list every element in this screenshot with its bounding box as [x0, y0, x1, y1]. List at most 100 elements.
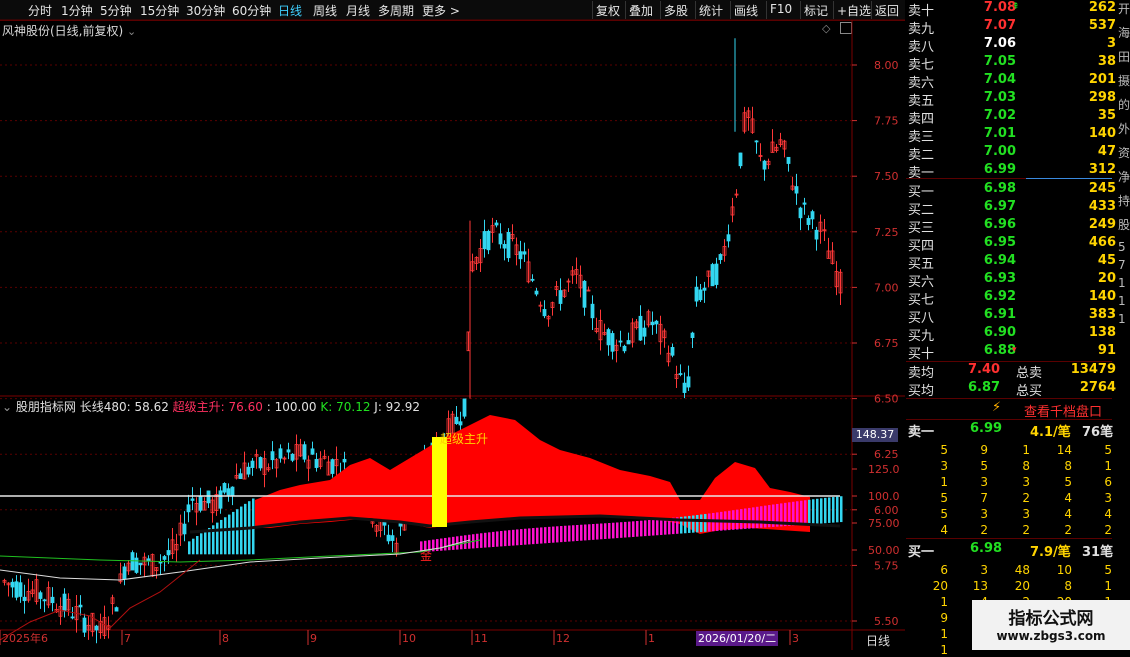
bid-row[interactable]: 买一 6.98 245	[906, 181, 1116, 200]
queue-header: 卖一 6.99 4.1/笔 76笔	[906, 421, 1116, 440]
bid-row[interactable]: 买八 6.91 383	[906, 307, 1116, 326]
bid-row[interactable]: 买三 6.96 249	[906, 217, 1116, 236]
order-count: 31笔	[1082, 545, 1114, 560]
indicator-bar	[560, 526, 563, 543]
indicator-bar	[448, 537, 451, 551]
queue-cell: 1	[1022, 443, 1030, 457]
candle-body	[650, 321, 655, 326]
bid-row[interactable]: 买十 6.88 91	[906, 343, 1116, 362]
queue-cell: 5	[1064, 475, 1072, 489]
queue-cell: 3	[980, 507, 988, 521]
candle-body	[186, 504, 191, 513]
candle-body	[70, 616, 75, 619]
candle-body	[222, 483, 227, 493]
queue-cell: 1	[940, 595, 948, 609]
indicator-bar	[748, 507, 751, 529]
indicator-bar	[808, 499, 811, 525]
x-tick-label: 9	[310, 632, 317, 645]
level-label: 买十	[908, 347, 935, 362]
x-tick-label: 10	[402, 632, 416, 645]
candle-body	[286, 449, 291, 453]
bid-row[interactable]: 买六 6.93 20	[906, 271, 1116, 290]
indicator-bar	[704, 513, 707, 532]
candle-body	[258, 457, 263, 469]
indicator-bar	[572, 525, 575, 542]
candle-body	[626, 340, 631, 345]
ask-row[interactable]: 卖二 7.00 47	[906, 144, 1116, 163]
indicator-bar	[580, 524, 583, 541]
indicator-bar	[608, 523, 611, 539]
level-price: 7.07	[983, 18, 1016, 33]
indicator-bar	[224, 517, 227, 555]
bid-row[interactable]: 买五 6.94 45	[906, 253, 1116, 272]
candle-body	[518, 251, 523, 260]
candle-body	[726, 234, 731, 242]
level-label: 卖十	[908, 4, 935, 19]
indicator-header: ⌄ 股朋指标网 长线480: 58.62 超级主升: 76.60 : 100.0…	[2, 398, 420, 415]
level-label: 买四	[908, 239, 935, 254]
indicator-bar	[204, 530, 207, 555]
queue-cell: 5	[940, 491, 948, 505]
indicator-bar	[200, 533, 203, 555]
ask-row[interactable]: 卖三 7.01 140	[906, 126, 1116, 145]
per-order: 4.1/笔	[1030, 425, 1071, 440]
candle-body	[506, 231, 511, 259]
level-volume: 245	[1088, 181, 1116, 196]
chevron-down-icon[interactable]: ⌄	[2, 400, 12, 414]
indicator-bar	[740, 509, 743, 530]
queue-cell: 4	[1104, 507, 1112, 521]
queue-cell: 9	[940, 611, 948, 625]
level-label: 买七	[908, 293, 935, 308]
indicator-bar	[196, 536, 199, 555]
y-tick-label: 6.50	[874, 393, 899, 406]
level-price: 6.93	[983, 271, 1016, 286]
side-char: 净	[1118, 170, 1130, 184]
y-tick-label: 7.50	[874, 170, 899, 183]
view-depth-button[interactable]: 查看千档盘口	[1024, 401, 1102, 420]
indicator-name[interactable]: 股朋指标网	[16, 400, 76, 414]
level-label: 买一	[908, 545, 935, 560]
candle-body	[670, 347, 675, 356]
candle-body	[238, 473, 243, 479]
indicator-bar	[652, 519, 655, 536]
chart-canvas[interactable]: 8.00 7.75 7.50 7.25 7.00 6.75 6.50 6.25 6.00 5.75…	[0, 0, 905, 650]
indicator-y-tick: 125.0	[868, 463, 900, 476]
ask-row[interactable]: 卖五 7.03 298	[906, 90, 1116, 109]
indicator-bar	[820, 498, 823, 524]
ask-row[interactable]: 卖十 7.08 262	[906, 0, 1116, 19]
ask-row[interactable]: 卖七 7.05 38	[906, 54, 1116, 73]
ask-row[interactable]: 卖六 7.04 201	[906, 72, 1116, 91]
indicator-bar	[792, 501, 795, 526]
candle-body	[78, 604, 83, 608]
level-price: 7.08	[983, 0, 1016, 15]
level-volume: 249	[1088, 217, 1116, 232]
indicator-bar	[452, 536, 455, 550]
indicator-bar	[444, 537, 447, 551]
indicator-bar	[220, 519, 223, 555]
bid-row[interactable]: 买九 6.90 138	[906, 325, 1116, 344]
current-value-badge: 148.37	[852, 428, 898, 442]
indicator-bar	[736, 509, 739, 530]
indicator-bar	[484, 532, 487, 548]
candle-body	[162, 556, 167, 560]
indicator-bar	[496, 531, 499, 547]
x-tick-label: 1	[648, 632, 655, 645]
indicator-bar	[632, 521, 635, 537]
level-volume: 466	[1088, 235, 1116, 250]
candle-body	[494, 222, 499, 226]
ask-row[interactable]: 卖八 7.06 3	[906, 36, 1116, 55]
side-char: 田	[1118, 50, 1130, 64]
bid-row[interactable]: 买二 6.97 433	[906, 199, 1116, 218]
bid-row[interactable]: 买四 6.95 466	[906, 235, 1116, 254]
indicator-bar	[612, 522, 615, 539]
bid-row[interactable]: 买七 6.92 140	[906, 289, 1116, 308]
ask-row[interactable]: 卖四 7.02 35	[906, 108, 1116, 127]
candle-body	[50, 596, 55, 604]
order-book-panel: 卖十 7.08 262 卖九 7.07 537 卖八 7.06 3 卖七 7.05 38 卖六 7.04 2…	[906, 0, 1130, 657]
candle-body	[146, 558, 151, 562]
queue-cell: 4	[1064, 491, 1072, 505]
indicator-bar	[828, 497, 831, 523]
candle-body	[718, 254, 723, 261]
queue-cell: 14	[1056, 443, 1072, 457]
ask-row[interactable]: 卖九 7.07 537	[906, 18, 1116, 37]
